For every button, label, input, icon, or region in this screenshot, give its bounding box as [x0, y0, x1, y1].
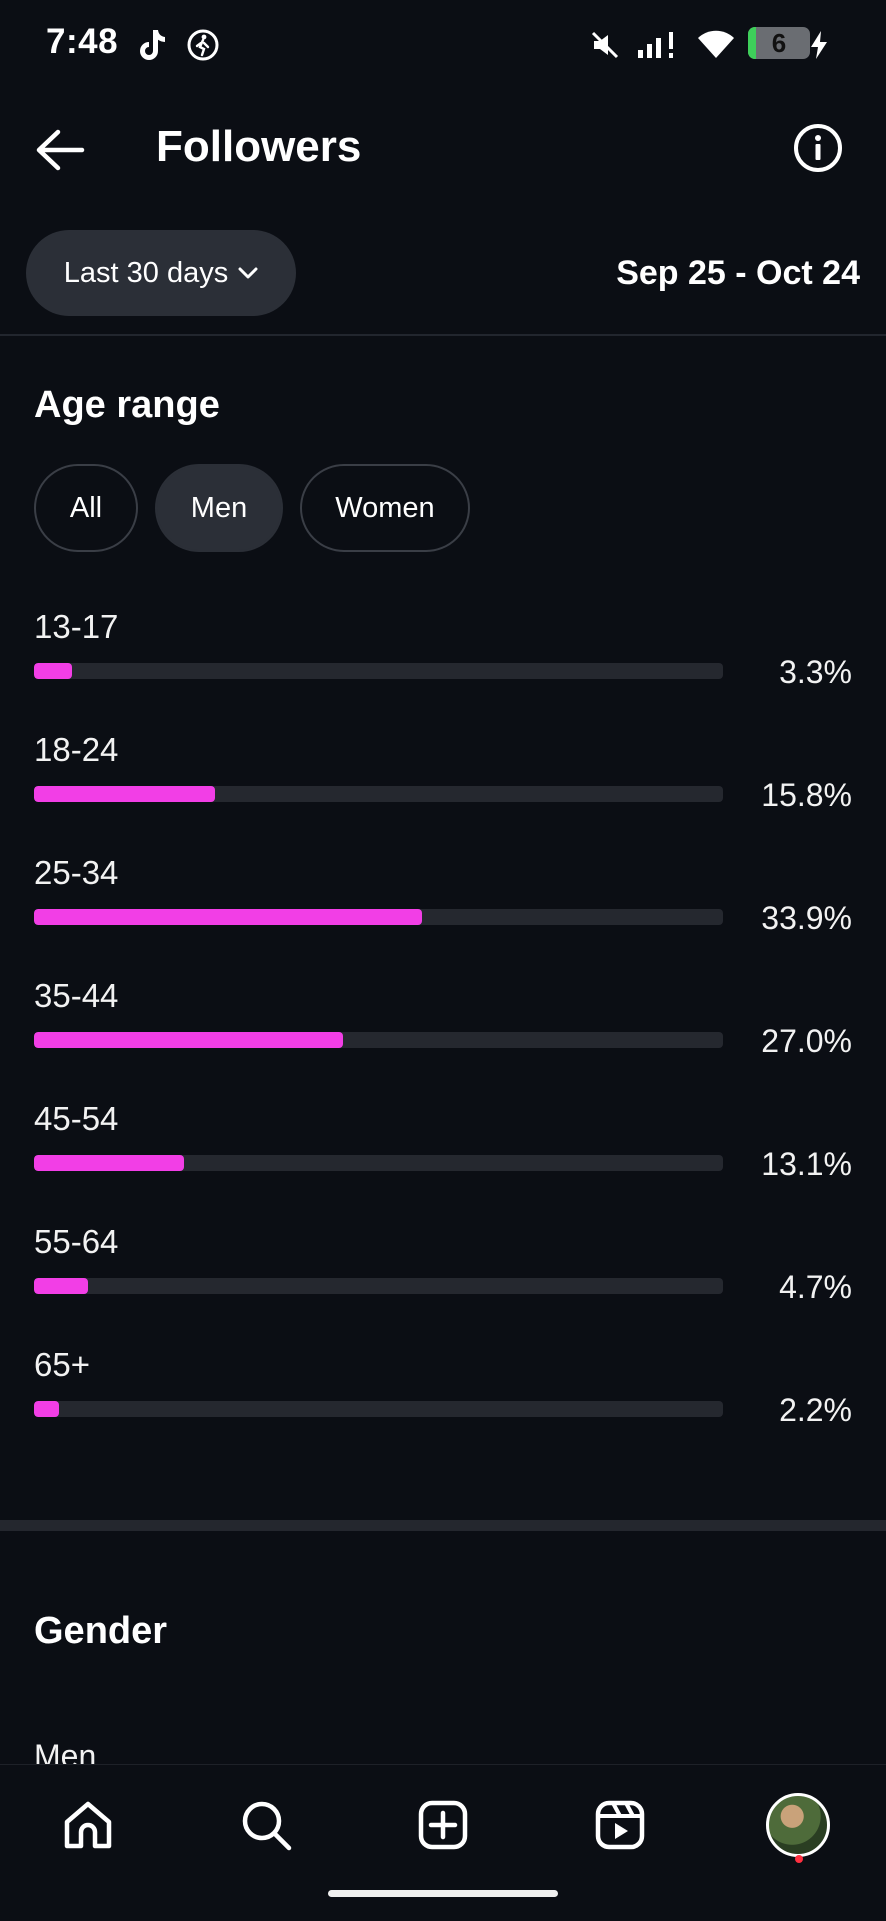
- nav-reels[interactable]: [588, 1793, 652, 1857]
- date-range-dropdown[interactable]: Last 30 days: [26, 230, 296, 316]
- nav-profile[interactable]: [766, 1793, 830, 1857]
- info-icon[interactable]: [792, 122, 844, 174]
- chip-men-label: Men: [190, 491, 248, 524]
- age-row-percent: 13.1%: [761, 1146, 852, 1182]
- profile-avatar: [766, 1793, 830, 1857]
- chip-men[interactable]: Men: [155, 464, 283, 552]
- battery-icon: 6: [748, 27, 810, 59]
- chip-all[interactable]: All: [34, 464, 138, 552]
- nav-create[interactable]: [411, 1793, 475, 1857]
- age-bar-track: [34, 1401, 723, 1417]
- nav-home[interactable]: [56, 1793, 120, 1857]
- age-row-percent: 27.0%: [761, 1023, 852, 1059]
- age-bar-fill: [34, 1401, 60, 1417]
- age-row-percent: 15.8%: [761, 777, 852, 813]
- age-row-label: 55-64: [34, 1223, 119, 1260]
- age-bar-fill: [34, 909, 422, 925]
- age-bar-track: [34, 1155, 723, 1171]
- mute-icon: [591, 31, 619, 59]
- age-bar-track: [34, 786, 723, 802]
- age-bar-fill: [34, 1278, 88, 1294]
- chip-all-label: All: [69, 491, 103, 524]
- charging-icon: [811, 31, 827, 59]
- age-range-title: Age range: [34, 384, 220, 426]
- tiktok-icon: [140, 30, 165, 60]
- age-bar-fill: [34, 1032, 343, 1048]
- age-row-percent: 4.7%: [779, 1269, 852, 1305]
- create-icon: [418, 1800, 468, 1850]
- age-bar-fill: [34, 663, 72, 679]
- gender-title: Gender: [34, 1610, 168, 1652]
- age-row-label: 45-54: [34, 1100, 119, 1137]
- age-row-percent: 2.2%: [779, 1392, 852, 1428]
- age-bar-fill: [34, 1155, 184, 1171]
- search-icon: [242, 1801, 292, 1851]
- back-arrow-icon[interactable]: [34, 128, 86, 172]
- home-icon: [64, 1801, 112, 1849]
- age-row-label: 35-44: [34, 977, 119, 1014]
- section-divider: [0, 1520, 886, 1531]
- date-range-dropdown-label: Last 30 days: [63, 256, 229, 289]
- notification-dot: [795, 1855, 803, 1863]
- chip-women[interactable]: Women: [300, 464, 470, 552]
- battery-fill: [748, 27, 756, 59]
- age-bar-track: [34, 663, 723, 679]
- date-range-text: Sep 25 - Oct 24: [616, 254, 860, 292]
- wifi-icon: [698, 30, 734, 58]
- age-bar-track: [34, 909, 723, 925]
- age-row-percent: 33.9%: [761, 900, 852, 936]
- battery-level: 6: [771, 27, 787, 58]
- chevron-down-icon: [238, 267, 258, 279]
- page-title: Followers: [156, 122, 362, 171]
- signal-icon: [638, 32, 673, 58]
- age-row-label: 25-34: [34, 854, 119, 891]
- chip-women-label: Women: [335, 491, 435, 524]
- divider: [0, 334, 886, 336]
- age-row-label: 18-24: [34, 731, 119, 768]
- age-row-percent: 3.3%: [779, 654, 852, 690]
- bottom-nav: [0, 1764, 886, 1921]
- age-bar-track: [34, 1278, 723, 1294]
- home-indicator[interactable]: [328, 1890, 558, 1897]
- status-time: 7:48: [46, 22, 119, 61]
- reels-icon: [595, 1800, 645, 1850]
- nav-search[interactable]: [234, 1793, 298, 1857]
- age-row-label: 65+: [34, 1346, 90, 1383]
- age-row-label: 13-17: [34, 608, 119, 645]
- activity-icon: [187, 29, 219, 61]
- age-bar-fill: [34, 786, 215, 802]
- age-bar-track: [34, 1032, 723, 1048]
